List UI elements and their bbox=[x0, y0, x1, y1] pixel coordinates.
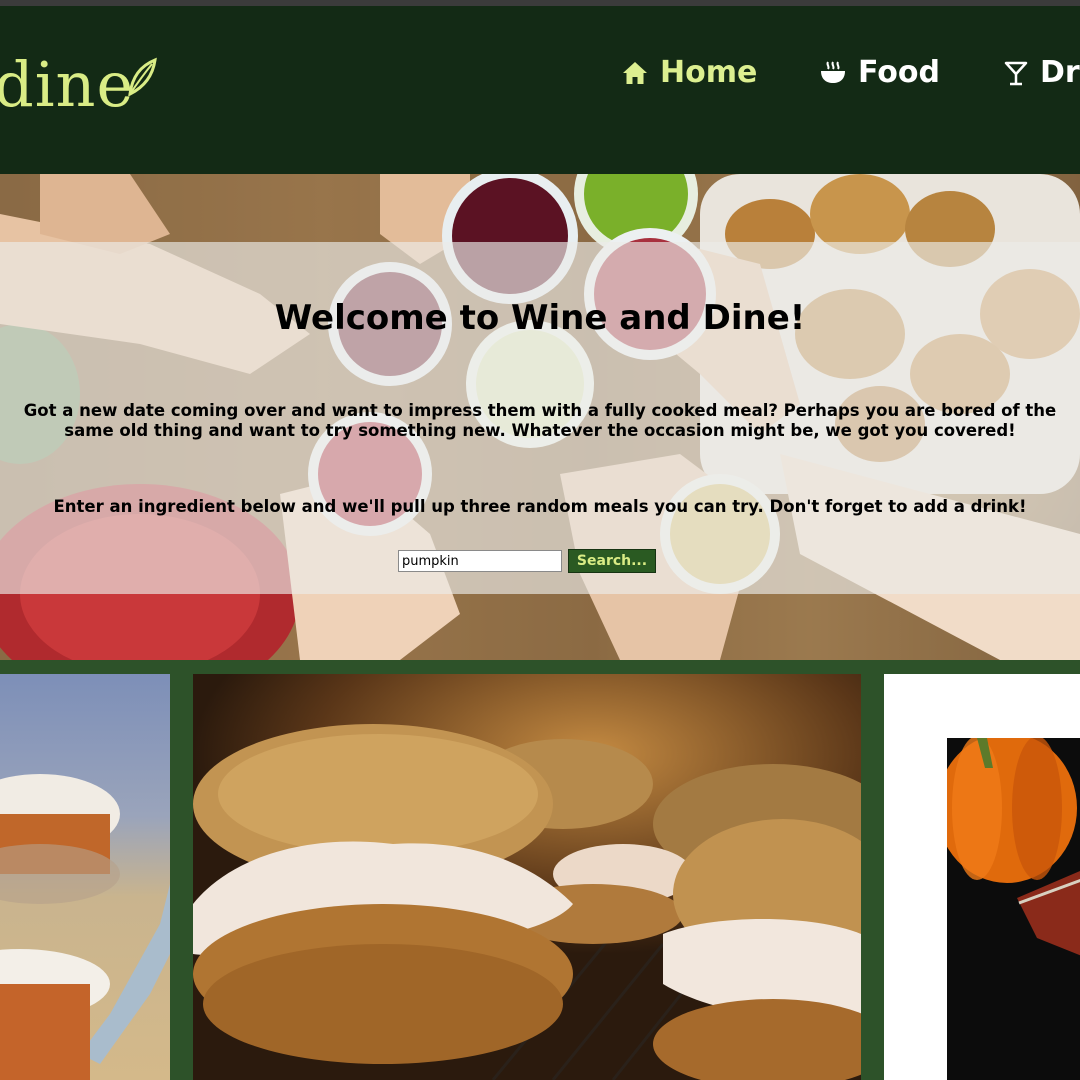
bowl-icon bbox=[821, 61, 845, 83]
hero-section: Welcome to Wine and Dine! Got a new date… bbox=[0, 174, 1080, 660]
nav-drinks-label: Dr bbox=[1040, 55, 1080, 90]
leaf-icon bbox=[128, 57, 157, 96]
meal-card-3[interactable] bbox=[884, 674, 1080, 1080]
meal-image-2 bbox=[193, 724, 861, 1080]
nav-home-label: Home bbox=[660, 55, 758, 90]
search-button[interactable]: Search... bbox=[568, 549, 656, 573]
meal-image-3 bbox=[947, 738, 1080, 956]
nav-drinks-link[interactable]: Dr bbox=[1004, 58, 1080, 88]
meal-card-2[interactable] bbox=[193, 674, 861, 1080]
nav-food-label: Food bbox=[858, 55, 940, 90]
meal-card-1[interactable] bbox=[0, 674, 170, 1080]
meal-image-3-frame bbox=[947, 738, 1080, 1080]
meal-image-1 bbox=[0, 774, 170, 1080]
cocktail-glass-icon bbox=[1004, 61, 1028, 86]
hero-intro-text: Got a new date coming over and want to i… bbox=[23, 401, 1057, 440]
hero-instructions-text: Enter an ingredient below and we'll pull… bbox=[53, 497, 1027, 516]
ingredient-search-input[interactable] bbox=[398, 550, 562, 572]
nav-home-link[interactable]: Home bbox=[622, 58, 757, 88]
nav-food-link[interactable]: Food bbox=[820, 58, 940, 88]
navbar: dine Home Food Dr bbox=[0, 6, 1080, 174]
site-logo[interactable]: dine bbox=[0, 54, 134, 116]
home-icon bbox=[623, 62, 647, 84]
hero-title: Welcome to Wine and Dine! bbox=[274, 298, 806, 338]
